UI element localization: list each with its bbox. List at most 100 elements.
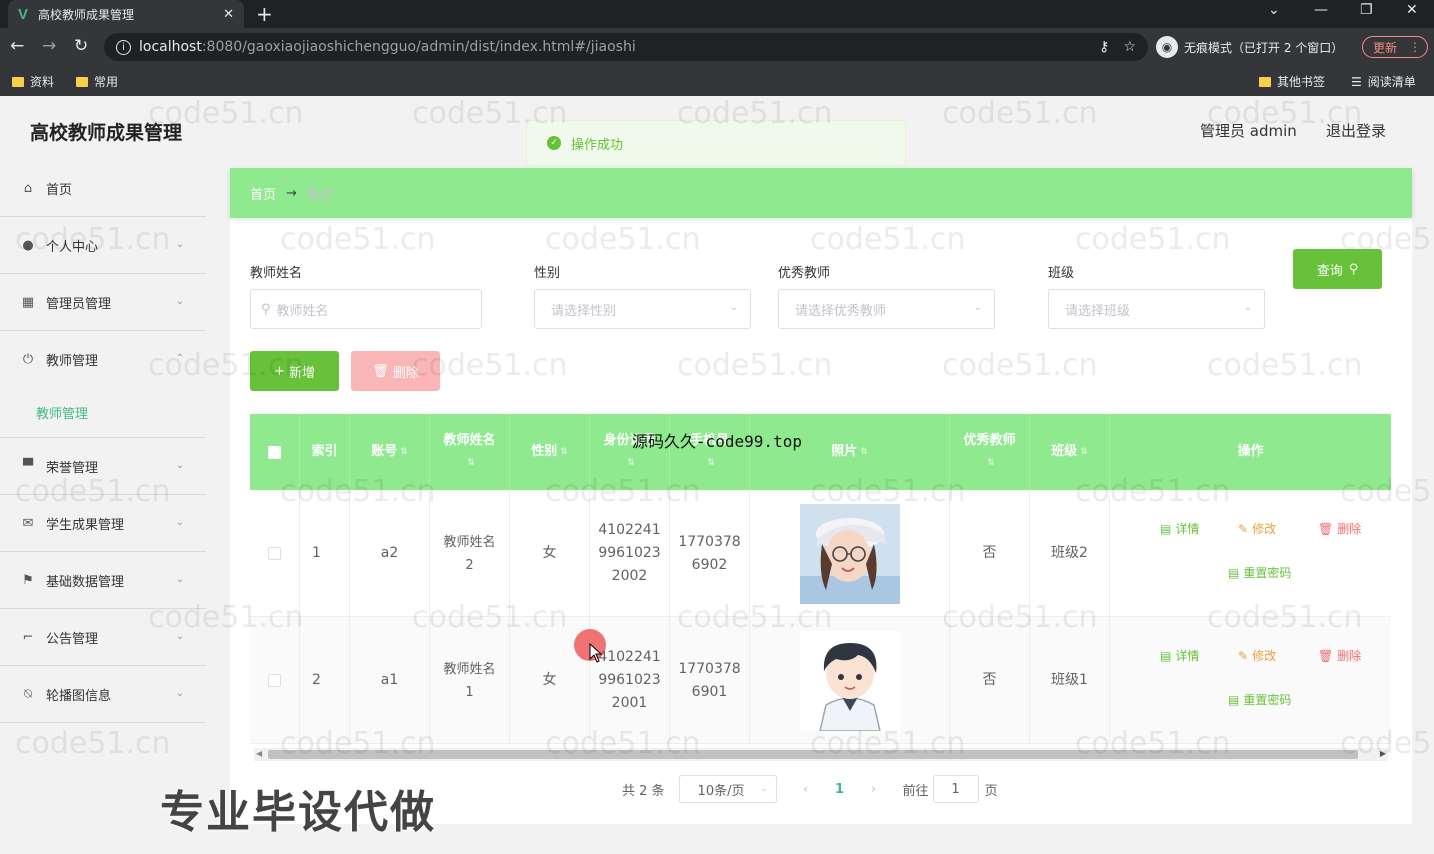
sidebar-item-admin[interactable]: ▦ 管理员管理 ⌄ [0,274,206,331]
query-button[interactable]: 查询 ⚲ [1293,249,1382,289]
phone-line: 1770378 [678,660,741,677]
sidebar-item-profile[interactable]: ● 个人中心 ⌄ [0,217,206,274]
gender-cell: 女 [510,490,590,617]
sort-icon[interactable]: ⇅ [400,441,408,463]
sidebar-item-base-data[interactable]: ⚑ 基础数据管理 ⌄ [0,552,206,609]
restore-icon[interactable]: ❐ [1360,2,1373,18]
name-line: 教师姓名 [443,661,496,677]
teacher-name-input[interactable]: ⚲ 教师姓名 [250,289,482,329]
teacher-photo[interactable] [799,503,900,604]
incognito-indicator[interactable]: ◉ 无痕模式（已打开 2 个窗口） [1156,34,1343,60]
sort-icon[interactable]: ⇅ [987,452,995,474]
column-header[interactable]: 身份证号 ⇅ [590,414,670,490]
sidebar-item-honor[interactable]: ▀ 荣誉管理 ⌄ [0,438,206,495]
minimize-icon[interactable]: — [1314,2,1328,18]
tab-search-icon[interactable]: ⌄ [1268,2,1280,18]
chevron-down-icon: ⌄ [175,239,184,250]
excellent-teacher-select[interactable]: 请选择优秀教师 ⌄ [778,289,995,329]
back-icon[interactable]: ← [10,36,24,56]
delete-button-label: 删除 [392,365,419,381]
pagination: 共 2 条 10条/页 ⌄ ‹ 1 › 前往 1 页 [622,774,998,804]
class-select[interactable]: 请选择班级 ⌄ [1048,289,1265,329]
page-size-select[interactable]: 10条/页 ⌄ [678,775,777,803]
bookmark-folder[interactable]: 常用 [76,73,118,90]
teacher-photo[interactable] [799,630,900,731]
sidebar-item-label: 首页 [46,182,73,198]
horizontal-scrollbar[interactable]: ◀ ▶ [254,748,1388,761]
logout-link[interactable]: 退出登录 [1326,120,1386,141]
browser-tab[interactable]: V 高校教师成果管理 ✕ [8,0,244,28]
row-checkbox[interactable] [268,674,281,687]
row-checkbox[interactable] [268,547,281,560]
breadcrumb-home[interactable]: 首页 [250,184,276,203]
sort-icon[interactable]: ⇅ [1080,441,1088,463]
column-header[interactable]: 性别 ⇅ [510,414,590,490]
sort-icon[interactable]: ⇅ [627,452,635,474]
page-number[interactable]: 1 [825,782,855,797]
name-line: 1 [465,684,474,700]
detail-button[interactable]: ▤ 详情 [1160,520,1199,537]
bookmark-star-icon[interactable]: ☆ [1123,39,1136,55]
address-bar[interactable]: i localhost :8080/gaoxiaojiaoshichengguo… [104,33,1148,61]
update-button[interactable]: 更新 ⋮ [1362,36,1428,58]
sidebar-subitem-teacher[interactable]: 教师管理 [0,388,206,438]
breadcrumb-current: 教师 [306,187,333,203]
sidebar-item-label: 教师管理 [46,354,99,369]
document-icon: ▤ [1228,565,1240,580]
scroll-right-icon[interactable]: ▶ [1380,749,1386,758]
batch-delete-button[interactable]: 🗑 删除 [351,351,440,391]
sidebar-item-carousel[interactable]: ⍉ 轮播图信息 ⌄ [0,666,206,723]
reading-list-label: 阅读清单 [1367,75,1416,89]
close-window-icon[interactable]: ✕ [1406,2,1418,18]
column-header[interactable]: 索引 [300,414,350,490]
sort-icon[interactable]: ⇅ [860,441,868,463]
prev-page-icon[interactable]: ‹ [791,782,821,797]
id-card-line: 9961023 [598,672,661,688]
reading-list[interactable]: ☰ 阅读清单 [1351,73,1416,90]
sort-icon[interactable]: ⇅ [467,452,475,474]
row-select-cell [250,490,300,617]
edit-button[interactable]: ✎ 修改 [1238,647,1276,664]
key-icon[interactable]: ⚷ [1099,39,1109,55]
forward-icon[interactable]: → [42,36,56,56]
scroll-left-icon[interactable]: ◀ [256,749,262,758]
column-header[interactable]: 班级 ⇅ [1030,414,1110,490]
table-header: 索引 账号 ⇅ 教师姓名 ⇅ 性别 ⇅ 身份证号 ⇅ 手机号 ⇅ 照片 ⇅ 优秀教师 ⇅ 班级… [250,414,1391,490]
sort-icon[interactable]: ⇅ [560,441,568,463]
document-icon: ▤ [1228,692,1240,707]
detail-button[interactable]: ▤ 详情 [1160,647,1199,664]
column-header[interactable]: 手机号 ⇅ [670,414,750,490]
document-icon: ▤ [1160,648,1172,663]
column-header[interactable]: 优秀教师 ⇅ [950,414,1030,490]
sidebar-item-teacher[interactable]: ⏻ 教师管理 ⌃ [0,331,206,388]
search-icon: ⚲ [1348,261,1359,277]
goto-page-input[interactable]: 1 [932,775,979,803]
next-page-icon[interactable]: › [859,782,889,797]
scrollbar-thumb[interactable] [268,750,1358,759]
select-all-checkbox[interactable] [268,445,281,459]
sidebar-item-label: 基础数据管理 [46,574,125,590]
column-header[interactable]: 账号 ⇅ [350,414,430,490]
sidebar-item-label: 学生成果管理 [46,517,125,533]
reset-password-button[interactable]: ▤ 重置密码 [1228,691,1291,708]
new-tab-icon[interactable]: + [256,2,273,26]
column-header[interactable]: 照片 ⇅ [750,414,950,490]
gender-select[interactable]: 请选择性别 ⌄ [534,289,751,329]
sidebar-item-home[interactable]: ⌂ 首页 [0,160,206,217]
edit-button[interactable]: ✎ 修改 [1238,520,1276,537]
id-card-cell: 4102241 9961023 2002 [590,490,670,617]
close-tab-icon[interactable]: ✕ [223,7,234,22]
reset-password-button[interactable]: ▤ 重置密码 [1228,564,1291,581]
column-header-label: 教师姓名 [443,433,496,448]
site-info-icon[interactable]: i [116,39,131,55]
add-button[interactable]: + 新增 [250,351,339,391]
column-header[interactable]: 教师姓名 ⇅ [430,414,510,490]
reload-icon[interactable]: ↻ [74,36,88,56]
delete-button[interactable]: 🗑 删除 [1318,647,1361,664]
sidebar-item-student-results[interactable]: ✉ 学生成果管理 ⌄ [0,495,206,552]
sort-icon[interactable]: ⇅ [707,452,715,474]
sidebar-item-notice[interactable]: ⌐ 公告管理 ⌄ [0,609,206,666]
other-bookmarks[interactable]: 其他书签 [1259,73,1325,90]
delete-button[interactable]: 🗑 删除 [1318,520,1361,537]
bookmark-folder[interactable]: 资料 [12,73,54,90]
